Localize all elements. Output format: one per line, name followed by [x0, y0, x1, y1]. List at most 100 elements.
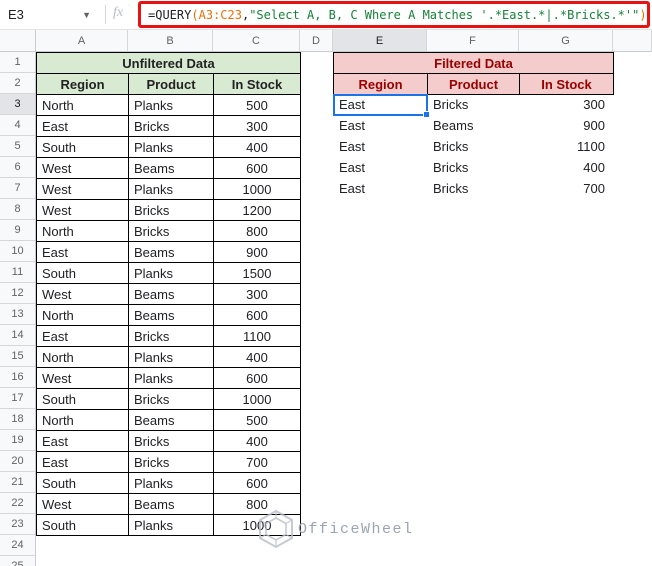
- cell-C21[interactable]: 600: [213, 472, 301, 494]
- row-header-4[interactable]: 4: [0, 115, 35, 136]
- chevron-down-icon[interactable]: ▼: [82, 10, 97, 20]
- formula-input[interactable]: =QUERY(A3:C23, "Select A, B, C Where A Ma…: [138, 1, 650, 28]
- row-header-21[interactable]: 21: [0, 472, 35, 493]
- row-header-15[interactable]: 15: [0, 346, 35, 367]
- row-header-12[interactable]: 12: [0, 283, 35, 304]
- cell-A7[interactable]: West: [36, 178, 129, 200]
- cell-A22[interactable]: West: [36, 493, 129, 515]
- selection-box-E3[interactable]: [333, 94, 430, 118]
- select-all-corner[interactable]: [0, 30, 36, 52]
- cell-C4[interactable]: 300: [213, 115, 301, 137]
- cell-E5[interactable]: East: [334, 136, 427, 157]
- cell-B11[interactable]: Planks: [128, 262, 214, 284]
- cell-A20[interactable]: East: [36, 451, 129, 473]
- cell-F4[interactable]: Beams: [428, 115, 519, 136]
- cell-E6[interactable]: East: [334, 157, 427, 178]
- cell-B14[interactable]: Bricks: [128, 325, 214, 347]
- right-header-product[interactable]: Product: [427, 73, 520, 95]
- right-header-instock[interactable]: In Stock: [519, 73, 614, 95]
- cell-B23[interactable]: Planks: [128, 514, 214, 536]
- cell-A17[interactable]: South: [36, 388, 129, 410]
- cell-B16[interactable]: Planks: [128, 367, 214, 389]
- cell-C11[interactable]: 1500: [213, 262, 301, 284]
- column-header-F[interactable]: F: [427, 30, 519, 52]
- row-header-13[interactable]: 13: [0, 304, 35, 325]
- column-header-A[interactable]: A: [36, 30, 128, 52]
- name-box[interactable]: E3 ▼: [0, 0, 105, 29]
- row-header-19[interactable]: 19: [0, 430, 35, 451]
- cell-F7[interactable]: Bricks: [428, 178, 519, 199]
- cell-C20[interactable]: 700: [213, 451, 301, 473]
- cell-C15[interactable]: 400: [213, 346, 301, 368]
- cell-B6[interactable]: Beams: [128, 157, 214, 179]
- row-header-20[interactable]: 20: [0, 451, 35, 472]
- column-header-partial[interactable]: [613, 30, 652, 52]
- cell-A15[interactable]: North: [36, 346, 129, 368]
- cell-F3[interactable]: Bricks: [428, 94, 519, 115]
- row-header-14[interactable]: 14: [0, 325, 35, 346]
- cell-A3[interactable]: North: [36, 94, 129, 116]
- right-header-region[interactable]: Region: [333, 73, 428, 95]
- fill-handle[interactable]: [423, 111, 430, 118]
- cell-C7[interactable]: 1000: [213, 178, 301, 200]
- cell-B9[interactable]: Bricks: [128, 220, 214, 242]
- column-header-E[interactable]: E: [333, 30, 427, 52]
- row-header-25[interactable]: 25: [0, 556, 35, 566]
- row-header-8[interactable]: 8: [0, 199, 35, 220]
- cell-B12[interactable]: Beams: [128, 283, 214, 305]
- column-header-D[interactable]: D: [300, 30, 333, 52]
- row-header-22[interactable]: 22: [0, 493, 35, 514]
- cell-A5[interactable]: South: [36, 136, 129, 158]
- cell-B4[interactable]: Bricks: [128, 115, 214, 137]
- row-header-11[interactable]: 11: [0, 262, 35, 283]
- cell-C17[interactable]: 1000: [213, 388, 301, 410]
- cell-C18[interactable]: 500: [213, 409, 301, 431]
- row-header-23[interactable]: 23: [0, 514, 35, 535]
- row-header-18[interactable]: 18: [0, 409, 35, 430]
- cell-G3[interactable]: 300: [520, 94, 613, 115]
- row-header-9[interactable]: 9: [0, 220, 35, 241]
- row-header-2[interactable]: 2: [0, 73, 35, 94]
- cell-C13[interactable]: 600: [213, 304, 301, 326]
- cell-B7[interactable]: Planks: [128, 178, 214, 200]
- column-header-G[interactable]: G: [519, 30, 613, 52]
- cell-B8[interactable]: Bricks: [128, 199, 214, 221]
- cell-A21[interactable]: South: [36, 472, 129, 494]
- cell-A14[interactable]: East: [36, 325, 129, 347]
- row-header-7[interactable]: 7: [0, 178, 35, 199]
- cell-G4[interactable]: 900: [520, 115, 613, 136]
- column-header-C[interactable]: C: [213, 30, 300, 52]
- row-header-5[interactable]: 5: [0, 136, 35, 157]
- cell-A19[interactable]: East: [36, 430, 129, 452]
- cell-C8[interactable]: 1200: [213, 199, 301, 221]
- cell-B20[interactable]: Bricks: [128, 451, 214, 473]
- cell-B15[interactable]: Planks: [128, 346, 214, 368]
- cell-B18[interactable]: Beams: [128, 409, 214, 431]
- cell-C10[interactable]: 900: [213, 241, 301, 263]
- cell-G6[interactable]: 400: [520, 157, 613, 178]
- cell-A18[interactable]: North: [36, 409, 129, 431]
- cell-A6[interactable]: West: [36, 157, 129, 179]
- row-header-10[interactable]: 10: [0, 241, 35, 262]
- cell-B22[interactable]: Beams: [128, 493, 214, 515]
- cell-B21[interactable]: Planks: [128, 472, 214, 494]
- row-header-3[interactable]: 3: [0, 94, 35, 115]
- cell-A16[interactable]: West: [36, 367, 129, 389]
- cell-B13[interactable]: Beams: [128, 304, 214, 326]
- cell-A9[interactable]: North: [36, 220, 129, 242]
- row-header-16[interactable]: 16: [0, 367, 35, 388]
- cell-B5[interactable]: Planks: [128, 136, 214, 158]
- cell-C16[interactable]: 600: [213, 367, 301, 389]
- cell-F6[interactable]: Bricks: [428, 157, 519, 178]
- cell-C9[interactable]: 800: [213, 220, 301, 242]
- cell-C19[interactable]: 400: [213, 430, 301, 452]
- cell-A13[interactable]: North: [36, 304, 129, 326]
- cell-B17[interactable]: Bricks: [128, 388, 214, 410]
- cell-G5[interactable]: 1100: [520, 136, 613, 157]
- cell-E4[interactable]: East: [334, 115, 427, 136]
- cell-A11[interactable]: South: [36, 262, 129, 284]
- cell-C14[interactable]: 1100: [213, 325, 301, 347]
- column-header-B[interactable]: B: [128, 30, 213, 52]
- left-header-instock[interactable]: In Stock: [213, 73, 301, 95]
- row-header-24[interactable]: 24: [0, 535, 35, 556]
